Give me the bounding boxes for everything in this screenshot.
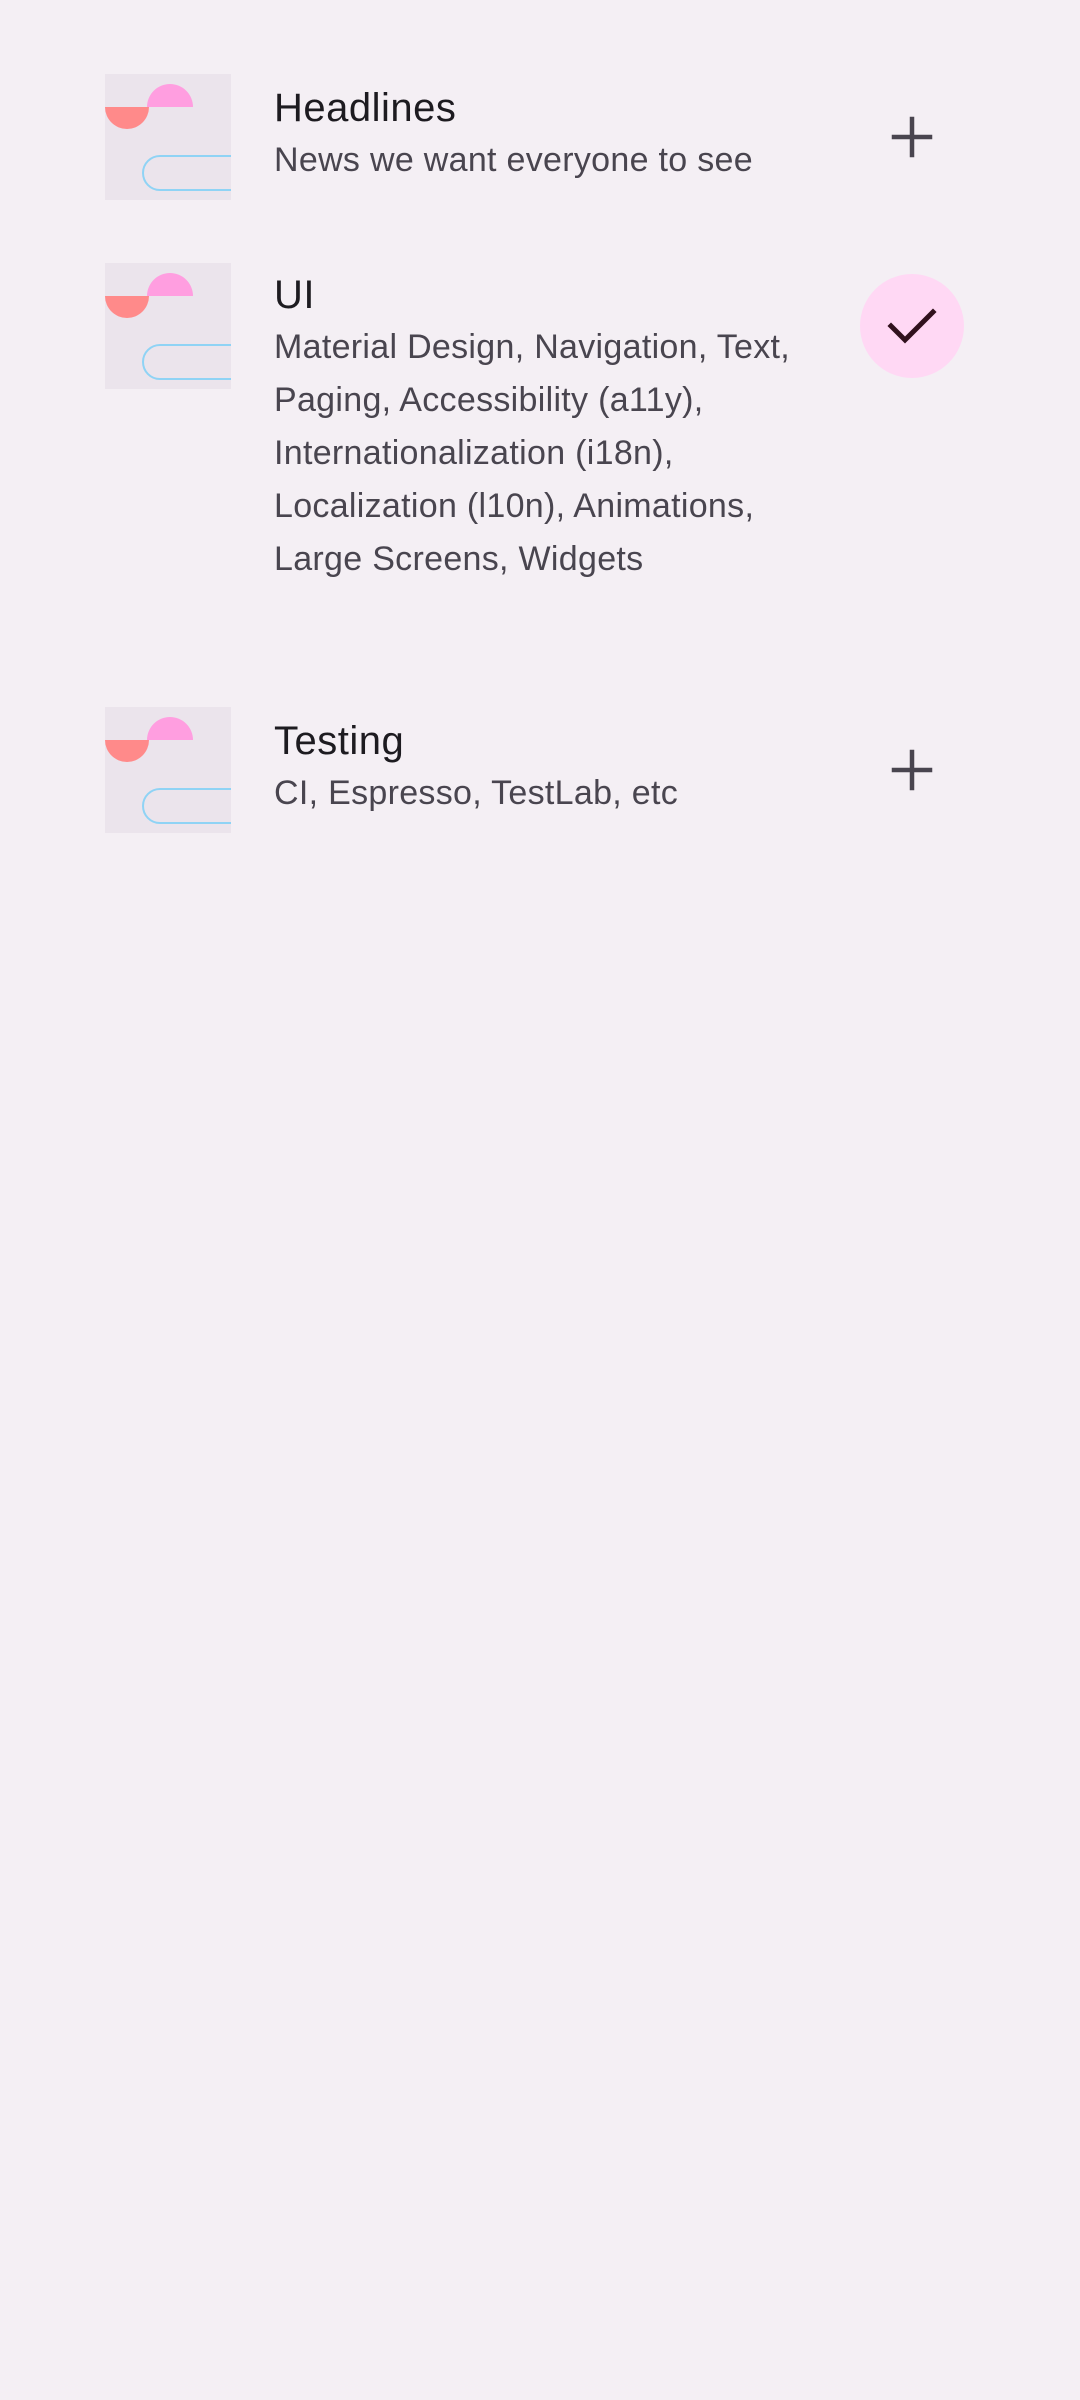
unfollow-button[interactable]: [860, 274, 964, 378]
topic-thumbnail: [105, 74, 231, 200]
add-icon: [891, 749, 933, 791]
topic-title: Testing: [274, 719, 405, 763]
topic-title: UI: [274, 273, 315, 317]
topic-thumbnail: [105, 707, 231, 833]
add-icon: [891, 116, 933, 158]
topic-row-testing[interactable]: Testing CI, Espresso, TestLab, etc: [0, 707, 1080, 833]
follow-button[interactable]: [860, 85, 964, 189]
check-icon: [887, 308, 937, 344]
topic-thumbnail: [105, 263, 231, 389]
follow-button[interactable]: [860, 718, 964, 822]
topic-description: News we want everyone to see: [274, 141, 753, 179]
topic-description: CI, Espresso, TestLab, etc: [274, 774, 679, 812]
topic-row-headlines[interactable]: Headlines News we want everyone to see: [0, 74, 1080, 200]
topic-description: Material Design, Navigation, Text, Pagin…: [274, 328, 791, 578]
topic-title: Headlines: [274, 86, 457, 130]
topic-row-ui[interactable]: UI Material Design, Navigation, Text, Pa…: [0, 263, 1080, 645]
